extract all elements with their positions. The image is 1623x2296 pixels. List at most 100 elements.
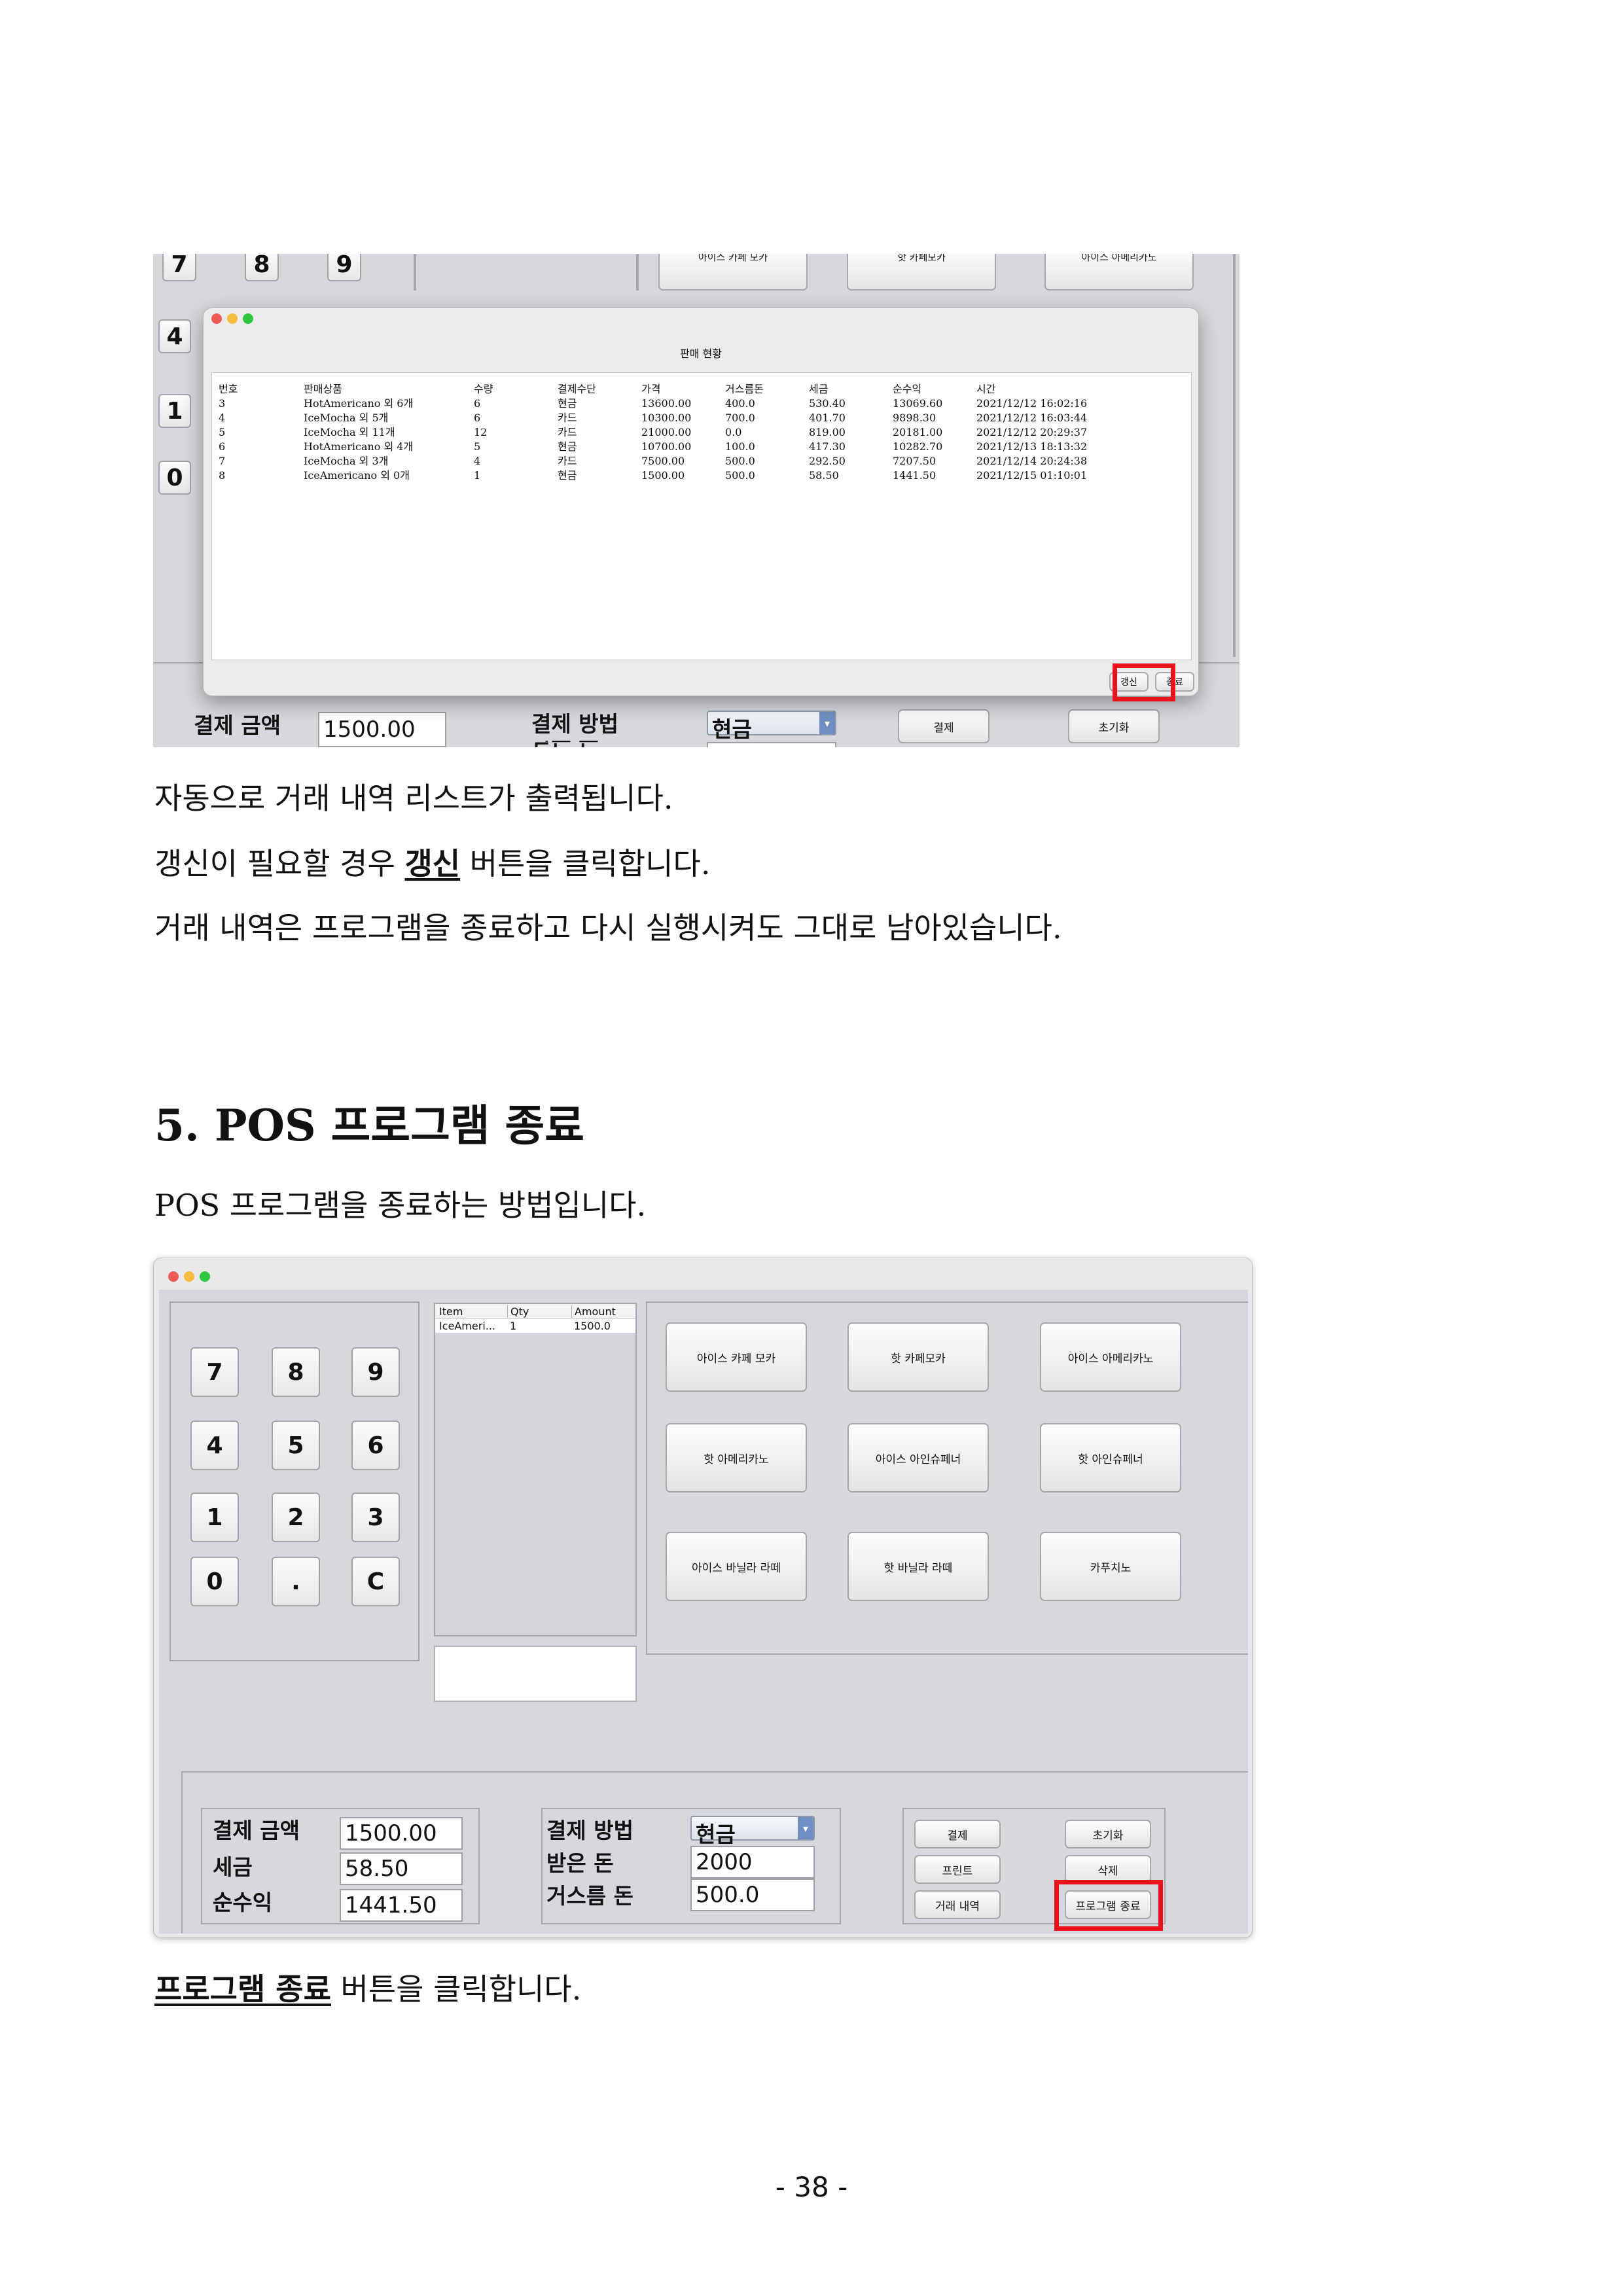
table-cell: 10282.70 [893,440,943,453]
menu-button-iced-cafe-mocha[interactable]: 아이스 카페 모카 [658,254,808,291]
menu-button-iced-einspanner[interactable]: 아이스 아인슈페너 [847,1423,989,1492]
keypad-key-9[interactable]: 9 [327,254,361,281]
payment-amount-label: 결제 금액 [194,713,281,738]
table-cell: 13600.00 [641,397,692,410]
dialog-title: 판매 현황 [680,347,722,360]
menu-button-iced-americano[interactable]: 아이스 아메리카노 [1040,1322,1181,1392]
reset-button[interactable]: 초기화 [1065,1820,1151,1848]
table-cell: 292.50 [809,455,846,467]
keypad-key-6[interactable]: 6 [351,1421,400,1470]
table-cell: 3 [219,397,226,410]
keypad-key-decimal[interactable]: . [272,1557,320,1606]
column-header-amount[interactable]: Amount [571,1305,616,1318]
menu-button-hot-cafe-mocha[interactable]: 핫 카페모카 [847,254,996,291]
keypad-key-8[interactable]: 8 [245,254,279,281]
table-cell: 2021/12/12 16:03:44 [976,412,1088,424]
table-cell: 6 [474,412,481,424]
dropdown-arrow-icon: ▾ [798,1817,813,1839]
menu-button-hot-americano[interactable]: 핫 아메리카노 [666,1423,807,1492]
table-cell: 2021/12/14 20:24:38 [976,455,1088,467]
table-cell: IceMocha 외 11개 [304,426,395,438]
text-exit-after: 버튼을 클릭합니다. [330,1971,582,2007]
table-cell: 500.0 [725,469,755,482]
keypad-key-7[interactable]: 7 [190,1347,239,1397]
table-cell: 2021/12/12 20:29:37 [976,426,1088,438]
screenshot-pos-window: 7 8 9 4 5 6 1 2 3 0 . C Item Qty Amount … [153,1258,1253,1938]
received-money-field[interactable] [707,742,836,747]
table-cell: 5 [474,440,481,453]
pos-content: 7 8 9 4 5 6 1 2 3 0 . C Item Qty Amount … [159,1290,1248,1934]
table-cell: 6 [219,440,226,453]
close-light-icon[interactable] [168,1271,179,1282]
table-cell: IceMocha 외 5개 [304,412,389,424]
keypad-key-5[interactable]: 5 [272,1421,320,1470]
keypad-key-8[interactable]: 8 [272,1347,320,1397]
table-cell: 8 [219,469,226,482]
payment-amount-field[interactable]: 1500.00 [318,712,446,747]
reset-button[interactable]: 초기화 [1068,709,1160,743]
exit-highlight [1054,1880,1163,1931]
menu-button-hot-einspanner[interactable]: 핫 아인슈페너 [1040,1423,1181,1492]
payment-method-select[interactable]: 현금 ▾ [690,1816,815,1847]
text-line-exit-instruction: 프로그램 종료 버튼을 클릭합니다. [154,1969,581,2009]
table-cell: 819.00 [809,426,846,438]
table-cell: 5 [219,426,226,438]
received-money-label: 받은 돈 [531,741,599,747]
keypad-key-4[interactable]: 4 [190,1421,239,1470]
keypad-key-0[interactable]: 0 [190,1557,239,1606]
menu-button-iced-americano[interactable]: 아이스 아메리카노 [1044,254,1194,291]
change-field[interactable]: 500.0 [690,1879,815,1911]
table-cell: 417.30 [809,440,846,453]
tax-field[interactable]: 58.50 [340,1852,463,1885]
table-cell: 7207.50 [893,455,936,467]
menu-button-hot-vanilla-latte[interactable]: 핫 바닐라 라떼 [847,1532,989,1601]
payment-method-value: 현금 [712,716,752,742]
minimize-light-icon[interactable] [184,1271,194,1282]
payment-method-value: 현금 [696,1822,736,1847]
table-cell: 2021/12/15 01:10:01 [976,469,1088,482]
column-header: 판매상품 [304,383,342,395]
keypad-key-9[interactable]: 9 [351,1347,400,1397]
section-intro: POS 프로그램을 종료하는 방법입니다. [154,1188,647,1223]
order-panel-edge [636,254,639,291]
table-cell: 7 [219,455,226,467]
table-cell: 700.0 [725,412,755,424]
payment-method-select[interactable]: 현금 ▾ [707,711,836,742]
net-profit-field[interactable]: 1441.50 [340,1889,463,1922]
column-header-item[interactable]: Item [439,1305,463,1318]
history-button[interactable]: 거래 내역 [914,1890,1001,1919]
minimize-light-icon[interactable] [227,313,238,324]
order-item-amount: 1500.0 [574,1320,611,1332]
keypad-key-2[interactable]: 2 [272,1492,320,1542]
keypad-key-1[interactable]: 1 [190,1492,239,1542]
keypad-key-1[interactable]: 1 [158,394,191,428]
keypad-key-4[interactable]: 4 [158,319,191,353]
order-item-name: IceAmeri... [439,1320,496,1332]
close-light-icon[interactable] [211,313,222,324]
pay-button[interactable]: 결제 [914,1820,1001,1848]
keypad-key-clear[interactable]: C [351,1557,400,1606]
received-money-field[interactable]: 2000 [690,1846,815,1879]
keypad-key-7[interactable]: 7 [162,254,196,281]
keypad-key-3[interactable]: 3 [351,1492,400,1542]
dropdown-arrow-icon: ▾ [819,712,835,734]
table-cell: 카드 [558,426,577,438]
table-cell: 401.70 [809,412,846,424]
table-row[interactable]: IceAmeri... 1 1500.0 [435,1318,635,1333]
screenshot-sales-history: 7 8 9 4 1 0 아이스 카페 모카 핫 카페모카 아이스 아메리카노 결… [153,254,1240,747]
menu-button-iced-cafe-mocha[interactable]: 아이스 카페 모카 [666,1322,807,1392]
menu-button-hot-cafe-mocha[interactable]: 핫 카페모카 [847,1322,989,1392]
payment-method-label: 결제 방법 [546,1818,633,1843]
zoom-light-icon[interactable] [200,1271,210,1282]
order-memo-area[interactable] [434,1646,637,1702]
zoom-light-icon[interactable] [243,313,253,324]
pay-button[interactable]: 결제 [898,709,990,743]
menu-button-cappuccino[interactable]: 카푸치노 [1040,1532,1181,1601]
table-cell: 13069.60 [893,397,943,410]
menu-button-iced-vanilla-latte[interactable]: 아이스 바닐라 라떼 [666,1532,807,1601]
payment-amount-field[interactable]: 1500.00 [340,1817,463,1850]
payment-amount-label: 결제 금액 [213,1818,300,1843]
keypad-key-0[interactable]: 0 [158,461,191,495]
column-header-qty[interactable]: Qty [507,1305,529,1318]
print-button[interactable]: 프린트 [914,1855,1001,1884]
